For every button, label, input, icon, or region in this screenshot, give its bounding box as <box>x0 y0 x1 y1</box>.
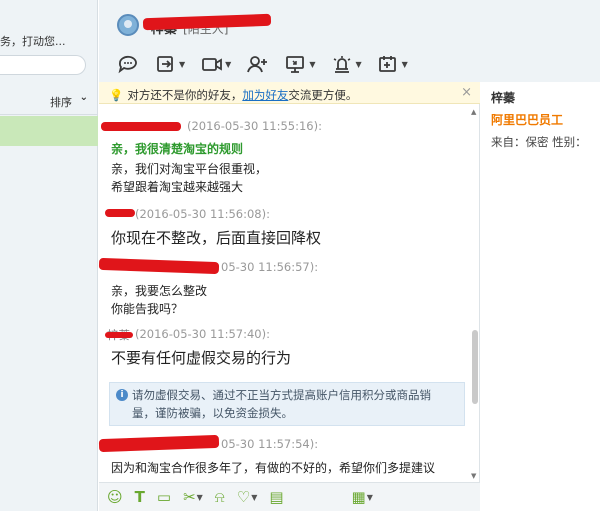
redaction-mark <box>142 13 272 31</box>
redaction-mark <box>98 257 220 275</box>
chevron-down-icon: ▼ <box>355 59 362 69</box>
contact-info-role: 阿里巴巴员工 <box>491 113 564 127</box>
image-button[interactable]: ▭ <box>157 488 171 506</box>
scrollbar-thumb[interactable] <box>472 330 478 404</box>
message-timestamp: (2016-05-30 11:56:08): <box>135 207 270 221</box>
contact-info-name: 梓蓁 <box>491 91 516 105</box>
chevron-down-icon: ▼ <box>179 59 186 69</box>
add-app-button[interactable]: ▼ <box>378 52 408 76</box>
redaction-mark <box>101 122 181 131</box>
favorite-button[interactable]: ♡ ▼ <box>237 488 258 506</box>
avatar[interactable] <box>117 14 139 36</box>
add-contact-icon <box>247 56 268 73</box>
notice-suffix: 交流更方便。 <box>288 88 358 102</box>
info-icon: i <box>116 389 128 401</box>
message-timestamp: 05-30 11:56:57): <box>221 260 319 274</box>
security-tip-box: i 请勿虚假交易、通过不正当方式提高账户信用积分或商品销 量，谨防被骗，以免资金… <box>109 382 465 426</box>
message-text: 亲，我们对淘宝平台很重视， <box>111 162 268 176</box>
chat-scrollbar[interactable]: ▲ ▼ <box>471 108 479 482</box>
status-text: 务，打动您... <box>0 35 66 48</box>
input-toolbar: ☺ T ▭ ✂ ▼ ⍾ ♡ ▼ ▤ ▦ ▼ <box>99 482 480 511</box>
video-call-icon <box>202 58 223 71</box>
transfer-file-icon <box>157 56 173 72</box>
chat-bubble-icon <box>118 55 137 74</box>
chevron-down-icon: ▼ <box>309 59 316 69</box>
add-friend-link[interactable]: 加为好友 <box>242 88 288 102</box>
close-icon[interactable]: × <box>461 85 472 100</box>
emoji-button[interactable]: ☺ <box>107 488 123 506</box>
add-app-icon <box>378 56 396 72</box>
chevron-down-icon: ▼ <box>225 59 232 69</box>
alarm-icon <box>334 56 351 73</box>
contact-info-details: 来自：保密 性别： <box>491 135 587 149</box>
history-button[interactable]: ▦ ▼ <box>352 488 373 506</box>
chevron-down-icon: ⌄ <box>79 92 88 103</box>
message-text: 希望跟着淘宝越来越强大 <box>111 180 244 194</box>
scissors-icon: ✂ <box>183 488 196 506</box>
message-timestamp: (2016-05-30 11:55:16): <box>187 119 322 133</box>
friend-notice-bar: 💡 对方还不是你的好友，加为好友交流更方便。 × <box>99 82 480 104</box>
document-button[interactable]: ▤ <box>269 488 283 506</box>
font-icon: T <box>134 488 145 506</box>
chevron-down-icon: ▼ <box>196 492 203 502</box>
heart-icon: ♡ <box>236 488 251 506</box>
contact-info-panel: 梓蓁 阿里巴巴员工 来自：保密 性别： <box>481 82 600 511</box>
video-call-button[interactable]: ▼ <box>201 52 231 76</box>
contact-list-panel: 务，打动您... 排序 ⌄ <box>0 0 98 511</box>
history-icon: ▦ <box>351 488 366 506</box>
image-icon: ▭ <box>156 488 172 506</box>
message-text: 亲，我要怎么整改 <box>111 284 208 298</box>
notice-prefix: 对方还不是你的好友， <box>127 88 243 102</box>
scroll-up-icon[interactable]: ▲ <box>471 108 476 116</box>
search-input[interactable] <box>0 55 86 75</box>
add-contact-button[interactable] <box>247 52 269 76</box>
alarm-button[interactable]: ▼ <box>331 52 362 76</box>
chat-history-panel: 💡 对方还不是你的好友，加为好友交流更方便。 × (2016-05-30 11:5… <box>98 82 480 482</box>
lightbulb-icon: 💡 <box>109 88 124 102</box>
document-icon: ▤ <box>269 488 284 506</box>
chat-header: 梓蓁[陌生人] ▼ ▼ ▼ ▼ ▼ <box>99 0 600 82</box>
sort-label: 排序 <box>50 96 72 109</box>
bell-icon: ⍾ <box>214 488 225 506</box>
remote-screen-button[interactable]: ▼ <box>285 52 315 76</box>
redaction-mark <box>98 434 220 453</box>
divider <box>0 114 98 115</box>
font-button[interactable]: T <box>135 488 145 506</box>
screenshot-button[interactable]: ✂ ▼ <box>183 488 203 506</box>
message-text: 不要有任何虚假交易的行为 <box>111 349 292 367</box>
chevron-down-icon: ▼ <box>366 492 373 502</box>
shake-button[interactable]: ⍾ <box>215 488 225 506</box>
message-text: 因为和淘宝合作很多年了，有做的不好的，希望你们多提建议 <box>111 461 436 475</box>
sort-dropdown[interactable]: 排序 ⌄ <box>0 88 98 114</box>
chevron-down-icon: ▼ <box>251 492 258 502</box>
tip-line: 请勿虚假交易、通过不正当方式提高账户信用积分或商品销 <box>132 388 431 402</box>
tip-line: 量，谨防被骗，以免资金损失。 <box>132 406 293 420</box>
redaction-mark <box>105 209 135 217</box>
message-text: 亲，我很清楚淘宝的规则 <box>111 142 244 156</box>
message-text: 你能告我吗？ <box>111 302 184 316</box>
transfer-file-button[interactable]: ▼ <box>155 52 185 76</box>
message-timestamp: (2016-05-30 11:57:40): <box>135 327 270 341</box>
redaction-mark <box>105 332 133 338</box>
message-timestamp: 05-30 11:57:54): <box>221 437 319 451</box>
contact-list-item-selected[interactable] <box>0 116 98 146</box>
message-text: 你现在不整改，后面直接回降权 <box>111 229 322 247</box>
remote-screen-icon <box>286 56 305 73</box>
scroll-down-icon[interactable]: ▼ <box>471 472 476 480</box>
header-toolbar: ▼ ▼ ▼ ▼ ▼ <box>117 52 408 78</box>
chevron-down-icon: ▼ <box>401 59 408 69</box>
emoji-icon: ☺ <box>107 488 123 506</box>
chat-bubble-button[interactable] <box>117 52 139 76</box>
